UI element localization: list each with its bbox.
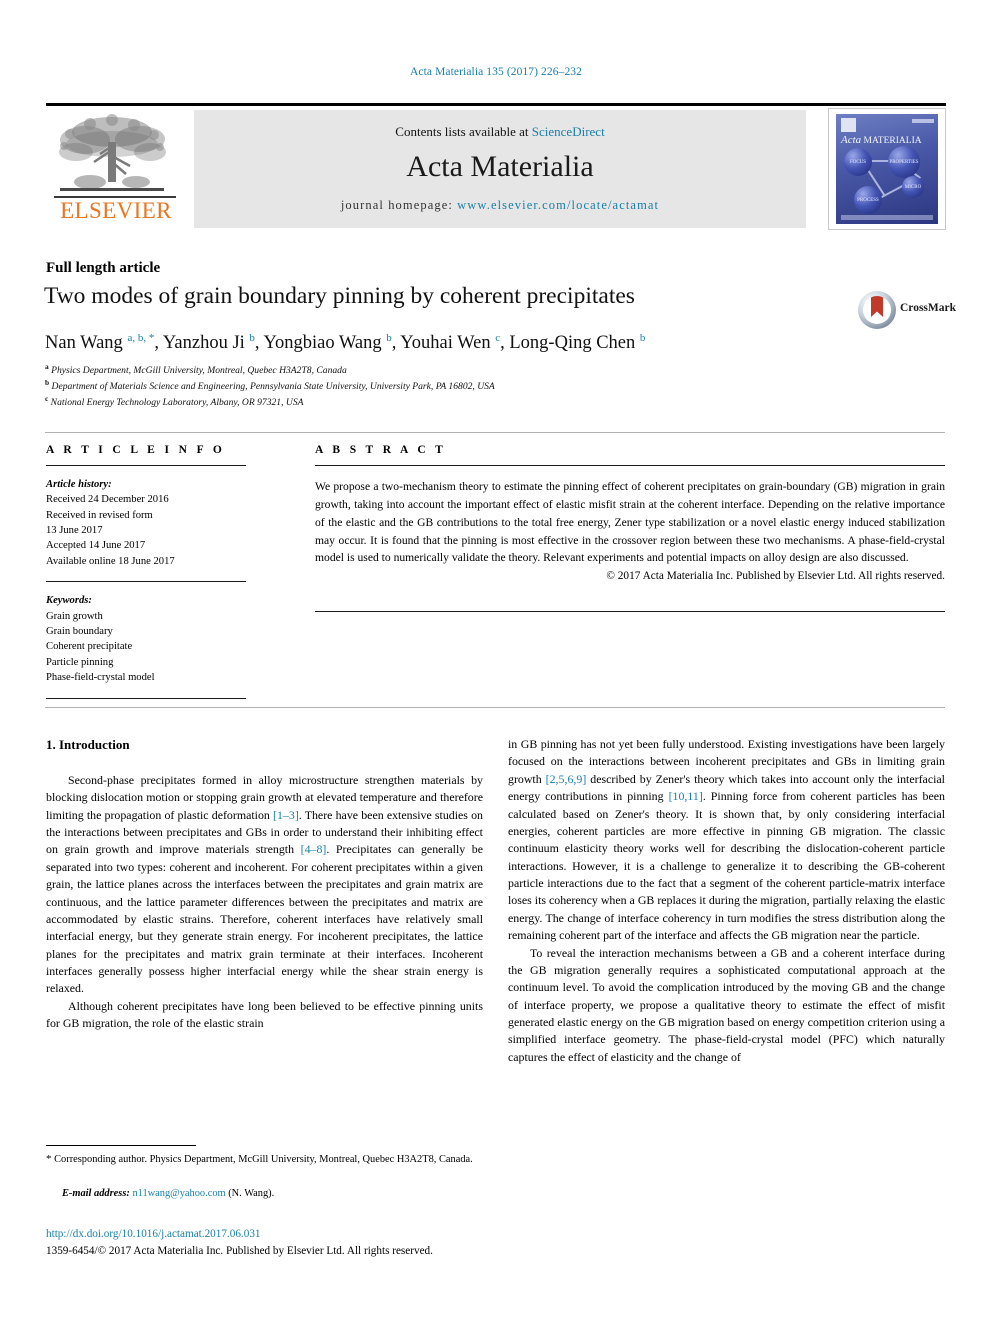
article-info-rule <box>46 465 246 466</box>
keyword-item: Particle pinning <box>46 656 114 668</box>
cover-node: FOCUS <box>844 148 872 176</box>
abstract-rule <box>315 465 945 466</box>
keywords-block: Keywords: Grain growth Grain boundary Co… <box>46 593 246 685</box>
footnote-rule <box>46 1145 196 1146</box>
reference-link[interactable]: [4–8] <box>301 842 327 856</box>
running-head: Acta Materialia 135 (2017) 226–232 <box>409 66 583 78</box>
body-paragraph: Although coherent precipitates have long… <box>46 998 483 1031</box>
history-item: Received 24 December 2016 <box>46 494 169 506</box>
cover-art: Acta MATERIALIA FOCUS PROPERTIES MICRO P… <box>836 114 938 224</box>
body-paragraph: To reveal the interaction mechanisms bet… <box>508 945 945 1064</box>
paper-page: Acta Materialia 135 (2017) 226–232 ELSEV… <box>0 0 992 1323</box>
affiliation-marker: a <box>45 362 49 371</box>
abstract-heading: A B S T R A C T <box>315 444 447 456</box>
info-block-top-rule <box>45 432 945 433</box>
body-column-left: 1. Introduction Second-phase precipitate… <box>46 736 483 1033</box>
journal-homepage-line: journal homepage: www.elsevier.com/locat… <box>194 198 806 213</box>
history-item: Available online 18 June 2017 <box>46 555 175 567</box>
cover-node: PROPERTIES <box>888 146 920 178</box>
reference-link[interactable]: [10,11] <box>669 789 703 803</box>
reference-link[interactable]: [2,5,6,9] <box>546 772 587 786</box>
email-suffix: (N. Wang). <box>228 1188 275 1199</box>
corresponding-star: * <box>46 1153 52 1165</box>
article-info-separator <box>46 581 246 583</box>
contents-prefix: Contents lists available at <box>395 124 532 139</box>
affiliation-marker: b <box>45 377 50 387</box>
affiliation-item: a Physics Department, McGill University,… <box>45 362 347 377</box>
cover-elsevier-mark-icon <box>841 118 856 132</box>
crossmark-badge[interactable]: CrossMark <box>858 291 956 331</box>
elsevier-tree-icon <box>59 114 166 191</box>
journal-title: Acta Materialia <box>406 150 594 183</box>
abstract-column: A B S T R A C T We propose a two-mechani… <box>315 444 945 582</box>
body-paragraph: in GB pinning has not yet been fully und… <box>508 737 945 943</box>
crossmark-inner-icon <box>863 296 891 324</box>
section-heading-introduction: 1. Introduction <box>46 737 130 752</box>
cover-node: PROCESS <box>854 186 882 214</box>
sciencedirect-link[interactable]: ScienceDirect <box>532 124 605 139</box>
body-paragraph: Second-phase precipitates formed in allo… <box>46 772 484 996</box>
abstract-copyright: © 2017 Acta Materialia Inc. Published by… <box>606 570 945 583</box>
crossmark-label: CrossMark <box>900 302 957 314</box>
article-type-label: Full length article <box>46 260 161 276</box>
cover-footer-band <box>841 215 933 220</box>
history-item: Received in revised form <box>46 509 153 521</box>
article-info-bottom-rule <box>46 698 246 700</box>
article-info-column: A R T I C L E I N F O Article history: R… <box>46 444 246 700</box>
elsevier-wordmark: ELSEVIER <box>60 198 172 223</box>
reference-link[interactable]: [1–3] <box>273 808 299 822</box>
crossmark-bookmark-icon <box>871 296 883 317</box>
journal-band: Contents lists available at ScienceDirec… <box>194 110 806 228</box>
homepage-url-link[interactable]: www.elsevier.com/locate/actamat <box>457 198 659 212</box>
crossmark-ring-icon <box>858 291 896 329</box>
article-history-label: Article history: <box>46 479 112 490</box>
masthead-top-rule <box>46 103 946 106</box>
keyword-item: Grain growth <box>46 610 103 622</box>
history-item: 13 June 2017 <box>46 525 103 537</box>
keyword-item: Phase-field-crystal model <box>46 671 155 683</box>
affiliation-item: b Department of Materials Science and En… <box>45 377 495 392</box>
page-title: Two modes of grain boundary pinning by c… <box>44 283 635 309</box>
history-item: Accepted 14 June 2017 <box>46 540 146 552</box>
cover-issue-text <box>912 119 934 123</box>
cover-journal-name-italic: Acta <box>841 134 862 146</box>
abstract-bottom-rule <box>315 611 945 612</box>
journal-cover-thumbnail[interactable]: Acta MATERIALIA FOCUS PROPERTIES MICRO P… <box>828 108 946 230</box>
article-info-heading: A R T I C L E I N F O <box>46 444 226 456</box>
abstract-text: We propose a two-mechanism theory to est… <box>315 480 945 565</box>
email-link[interactable]: n11wang@yahoo.com <box>132 1188 225 1199</box>
corresponding-author-note: * Corresponding author. Physics Departme… <box>46 1152 483 1168</box>
affiliation-item: c National Energy Technology Laboratory,… <box>45 393 304 408</box>
email-line: E-mail address: n11wang@yahoo.com (N. Wa… <box>46 1188 483 1199</box>
email-label: E-mail address: <box>62 1188 130 1199</box>
article-history: Article history: Received 24 December 20… <box>46 477 246 569</box>
issn-copyright-line: 1359-6454/© 2017 Acta Materialia Inc. Pu… <box>46 1245 433 1257</box>
doi-link[interactable]: http://dx.doi.org/10.1016/j.actamat.2017… <box>46 1228 261 1240</box>
cover-node: MICRO <box>902 176 924 198</box>
keyword-item: Grain boundary <box>46 625 113 637</box>
keywords-label: Keywords: <box>46 595 92 607</box>
author-list: Nan Wang a, b, *, Yanzhou Ji b, Yongbiao… <box>45 332 646 354</box>
keyword-item: Coherent precipitate <box>46 641 133 653</box>
contents-lists-line: Contents lists available at ScienceDirec… <box>194 124 806 140</box>
corresponding-text: Corresponding author. Physics Department… <box>54 1154 473 1165</box>
homepage-label: journal homepage: <box>340 198 458 212</box>
header-block-bottom-rule <box>45 707 945 708</box>
cover-journal-name: Acta MATERIALIA <box>841 134 933 146</box>
cover-journal-name-caps: MATERIALIA <box>863 136 922 146</box>
elsevier-logo: ELSEVIER <box>46 112 186 230</box>
affiliation-list: a Physics Department, McGill University,… <box>45 362 885 409</box>
affiliation-marker: c <box>45 393 49 403</box>
body-column-right: in GB pinning has not yet been fully und… <box>508 736 945 1066</box>
journal-masthead: ELSEVIER Contents lists available at Sci… <box>46 103 946 231</box>
